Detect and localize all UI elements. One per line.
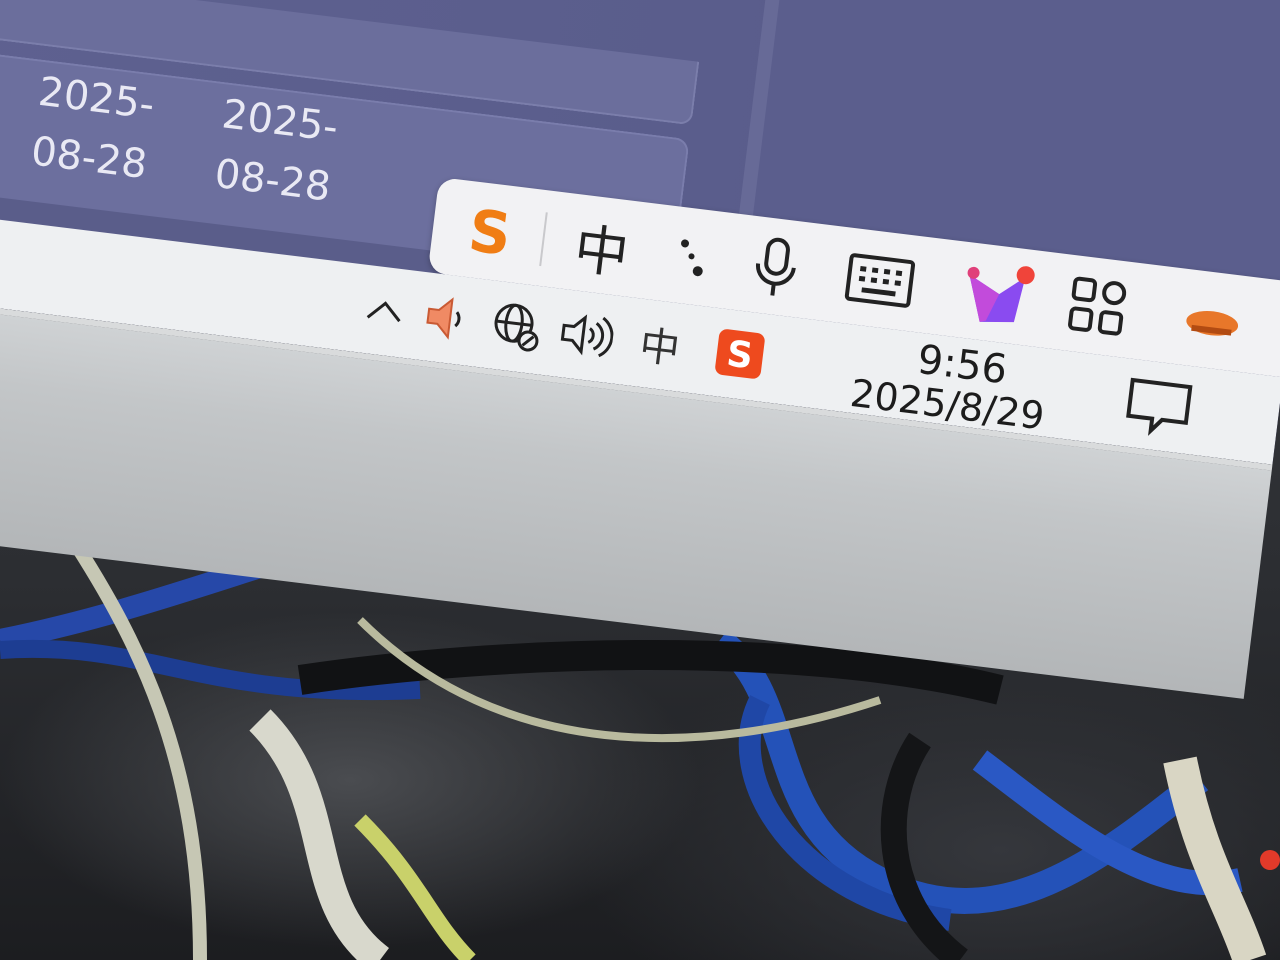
keyboard-icon[interactable]	[831, 240, 929, 320]
sogou-tray-logo: S	[724, 333, 755, 377]
table-cell-date: 2025- 08-28	[28, 68, 157, 189]
sogou-tray-icon[interactable]: S	[708, 318, 771, 390]
punctuation-icon[interactable]	[657, 219, 725, 296]
microphone-icon[interactable]	[737, 229, 815, 307]
sogou-logo-icon[interactable]: S	[451, 194, 529, 272]
chevron-up-icon[interactable]	[356, 275, 414, 347]
ime-separator	[539, 212, 548, 267]
ime-mode-indicator[interactable]: 中	[629, 308, 692, 380]
toolbox-grid-icon[interactable]	[1054, 268, 1142, 347]
skin-icon[interactable]	[950, 255, 1048, 335]
network-globe-icon[interactable]	[485, 290, 548, 362]
ime-mode-button[interactable]: 中	[558, 207, 646, 286]
table-cell-date: 2025- 08-28	[212, 91, 341, 211]
speaker-icon[interactable]	[415, 282, 478, 354]
notification-icon[interactable]	[1115, 370, 1202, 445]
speaker-volume-icon[interactable]	[554, 299, 617, 371]
extra-icon[interactable]	[1168, 282, 1256, 361]
